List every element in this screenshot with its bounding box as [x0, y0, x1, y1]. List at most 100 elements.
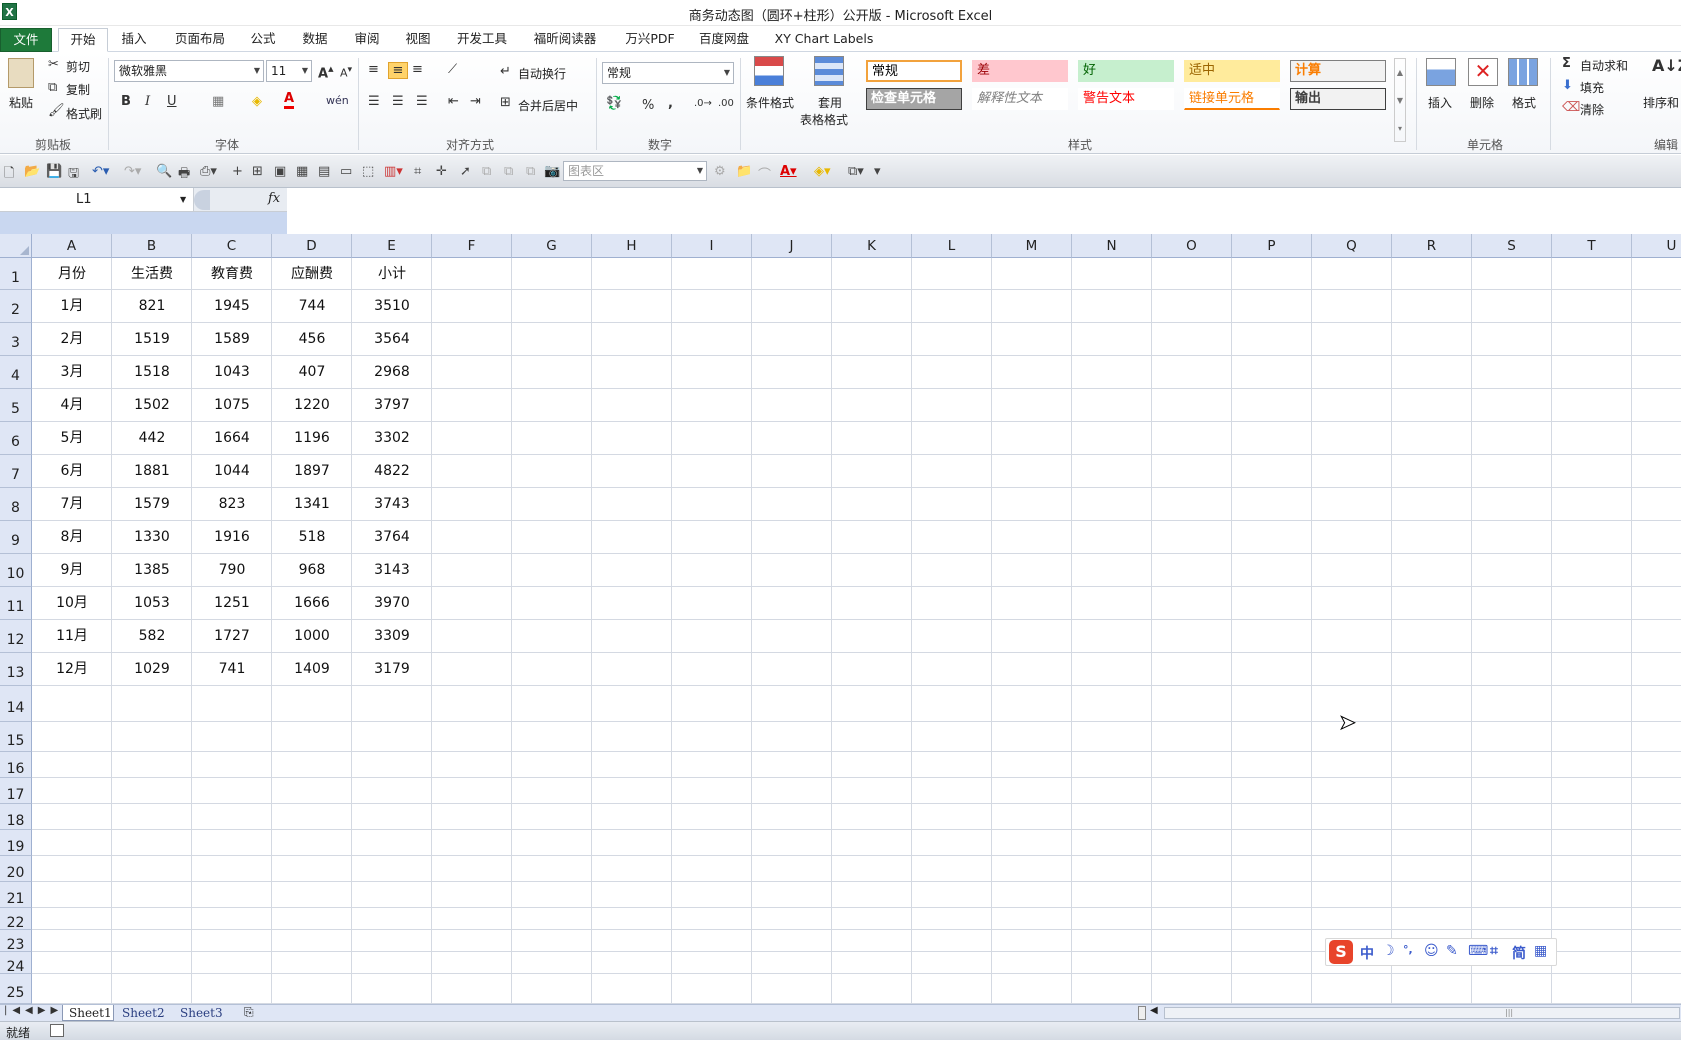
- cell-living-cost[interactable]: 1385: [112, 554, 192, 587]
- table-format-label[interactable]: 表格格式: [800, 111, 848, 128]
- screenshot-icon[interactable]: ⎙▾: [200, 164, 217, 179]
- cell-subtotal[interactable]: 2968: [352, 356, 432, 389]
- cell-subtotal[interactable]: 3510: [352, 290, 432, 323]
- open-folder-icon[interactable]: 📂: [24, 164, 40, 179]
- cell-education-cost[interactable]: 741: [192, 653, 272, 686]
- decrease-indent-icon[interactable]: ⇤: [448, 94, 459, 109]
- scroll-left-icon[interactable]: ◀: [1150, 1005, 1158, 1016]
- ime-toolbar[interactable]: S 中 ☽ °, ☺ ✎ ⌨ ⌗ 简 ▦: [1325, 938, 1557, 966]
- border-thick-icon[interactable]: ▭: [340, 164, 352, 179]
- cell-subtotal[interactable]: 3143: [352, 554, 432, 587]
- column-header-G[interactable]: G: [512, 234, 592, 258]
- increase-decimal-icon[interactable]: .0→: [694, 98, 712, 109]
- moon-icon[interactable]: ☽: [1382, 943, 1395, 959]
- cell-education-cost[interactable]: 1251: [192, 587, 272, 620]
- column-header-J[interactable]: J: [752, 234, 832, 258]
- header-cell-social-cost[interactable]: 应酬费: [272, 258, 352, 290]
- column-header-R[interactable]: R: [1392, 234, 1472, 258]
- underline-button[interactable]: U: [167, 94, 177, 109]
- cell-style-3[interactable]: 好: [1078, 60, 1174, 82]
- cell-subtotal[interactable]: 4822: [352, 455, 432, 488]
- header-cell-subtotal[interactable]: 小计: [352, 258, 432, 290]
- cell-education-cost[interactable]: 1075: [192, 389, 272, 422]
- column-header-M[interactable]: M: [992, 234, 1072, 258]
- align-right-icon[interactable]: ☰: [416, 94, 428, 109]
- fill-color-icon[interactable]: ◈: [252, 94, 262, 109]
- cell-month[interactable]: 4月: [32, 389, 112, 422]
- new-file-icon[interactable]: 🗋: [4, 164, 14, 186]
- disabled-tool-icon[interactable]: ⧉: [526, 164, 535, 179]
- cell-style-9[interactable]: 链接单元格: [1184, 88, 1280, 110]
- header-cell-living-cost[interactable]: 生活费: [112, 258, 192, 290]
- currency-icon[interactable]: 💱: [606, 96, 622, 111]
- cell-subtotal[interactable]: 3743: [352, 488, 432, 521]
- insert-sheet-icon[interactable]: ⎘: [244, 1005, 254, 1020]
- table-format-icon[interactable]: [814, 56, 844, 86]
- row-header-13[interactable]: 13: [0, 653, 32, 686]
- redo-icon[interactable]: ↷▾: [124, 164, 141, 179]
- cell-education-cost[interactable]: 1044: [192, 455, 272, 488]
- row-header-1[interactable]: 1: [0, 258, 32, 290]
- all-borders-icon[interactable]: ⊞: [252, 164, 263, 179]
- format-selection-icon[interactable]: ⚙: [714, 164, 726, 179]
- phonetic-icon[interactable]: wén: [326, 94, 349, 107]
- cell-month[interactable]: 9月: [32, 554, 112, 587]
- row-header-3[interactable]: 3: [0, 323, 32, 356]
- autosum-button[interactable]: 自动求和: [1580, 57, 1628, 74]
- row-header-22[interactable]: 22: [0, 908, 32, 931]
- cell-education-cost[interactable]: 1916: [192, 521, 272, 554]
- wrap-text-button[interactable]: 自动换行: [518, 65, 566, 82]
- folder-icon[interactable]: 📁: [736, 164, 752, 179]
- styles-scroll-icon[interactable]: ▲ ▼ ▾: [1394, 58, 1406, 142]
- header-cell-month[interactable]: 月份: [32, 258, 112, 290]
- tab-file[interactable]: 文件: [0, 28, 52, 52]
- row-header-20[interactable]: 20: [0, 856, 32, 882]
- column-header-O[interactable]: O: [1152, 234, 1232, 258]
- cell-subtotal[interactable]: 3302: [352, 422, 432, 455]
- sheet-tab-sheet3[interactable]: Sheet3: [180, 1005, 232, 1021]
- copy-button[interactable]: 复制: [66, 81, 90, 98]
- fill-color-qat-icon[interactable]: ◈▾: [814, 164, 831, 179]
- disabled-tool-icon[interactable]: ⧉: [504, 164, 513, 179]
- cell-education-cost[interactable]: 790: [192, 554, 272, 587]
- cell-subtotal[interactable]: 3764: [352, 521, 432, 554]
- paste-button[interactable]: 粘贴: [9, 94, 33, 111]
- cell-month[interactable]: 7月: [32, 488, 112, 521]
- format-cells-button[interactable]: 格式: [1512, 94, 1536, 111]
- punctuation-icon[interactable]: °,: [1403, 943, 1413, 956]
- column-header-K[interactable]: K: [832, 234, 912, 258]
- border-icon[interactable]: ▦: [212, 94, 224, 109]
- cell-social-cost[interactable]: 518: [272, 521, 352, 554]
- cell-education-cost[interactable]: 1043: [192, 356, 272, 389]
- cell-social-cost[interactable]: 1196: [272, 422, 352, 455]
- cell-living-cost[interactable]: 1330: [112, 521, 192, 554]
- cell-month[interactable]: 2月: [32, 323, 112, 356]
- row-header-18[interactable]: 18: [0, 804, 32, 830]
- row-header-19[interactable]: 19: [0, 830, 32, 856]
- insert-cells-icon[interactable]: [1426, 58, 1456, 86]
- column-header-B[interactable]: B: [112, 234, 192, 258]
- cell-social-cost[interactable]: 1897: [272, 455, 352, 488]
- row-header-15[interactable]: 15: [0, 722, 32, 752]
- tab-insert[interactable]: 插入: [114, 28, 154, 52]
- cell-living-cost[interactable]: 1502: [112, 389, 192, 422]
- row-header-11[interactable]: 11: [0, 587, 32, 620]
- row-header-5[interactable]: 5: [0, 389, 32, 422]
- cell-style-5[interactable]: 计算: [1290, 60, 1386, 82]
- cell-education-cost[interactable]: 1664: [192, 422, 272, 455]
- format-chart-icon[interactable]: ⌗: [414, 164, 421, 179]
- cell-style-4[interactable]: 适中: [1184, 60, 1280, 82]
- row-header-2[interactable]: 2: [0, 290, 32, 323]
- cell-social-cost[interactable]: 1341: [272, 488, 352, 521]
- cell-month[interactable]: 5月: [32, 422, 112, 455]
- column-header-D[interactable]: D: [272, 234, 352, 258]
- customize-qat-icon[interactable]: ▾: [874, 164, 881, 179]
- cell-month[interactable]: 6月: [32, 455, 112, 488]
- row-header-24[interactable]: 24: [0, 952, 32, 975]
- cell-subtotal[interactable]: 3309: [352, 620, 432, 653]
- percent-button[interactable]: %: [642, 98, 654, 113]
- cell-social-cost[interactable]: 744: [272, 290, 352, 323]
- cell-social-cost[interactable]: 1666: [272, 587, 352, 620]
- cell-month[interactable]: 12月: [32, 653, 112, 686]
- cell-style-10[interactable]: 输出: [1290, 88, 1386, 110]
